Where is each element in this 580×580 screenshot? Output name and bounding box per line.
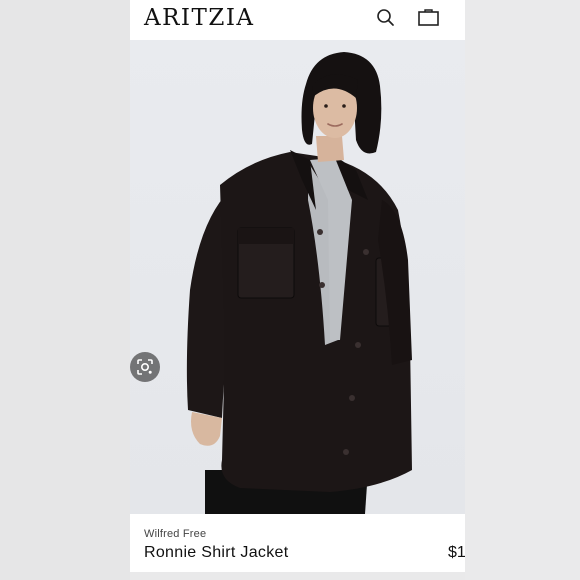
shopping-bag-icon[interactable] <box>416 6 442 30</box>
product-info: Wilfred Free Ronnie Shirt Jacket $1 <box>130 514 465 572</box>
search-icon[interactable] <box>373 6 399 30</box>
product-image[interactable] <box>130 40 465 514</box>
brand-logo[interactable]: ARITZIA <box>144 4 255 32</box>
product-title[interactable]: Ronnie Shirt Jacket <box>144 544 288 562</box>
product-page: ARITZIA Wilfred Free Ronnie Shirt Jacket… <box>130 0 465 572</box>
backdrop-left <box>0 0 130 580</box>
visual-search-icon[interactable] <box>130 352 160 382</box>
top-bar: ARITZIA <box>130 0 465 40</box>
designer-name[interactable]: Wilfred Free <box>144 528 206 540</box>
product-price: $1 <box>448 544 465 561</box>
backdrop-right <box>465 0 580 580</box>
model-photo <box>130 40 465 514</box>
